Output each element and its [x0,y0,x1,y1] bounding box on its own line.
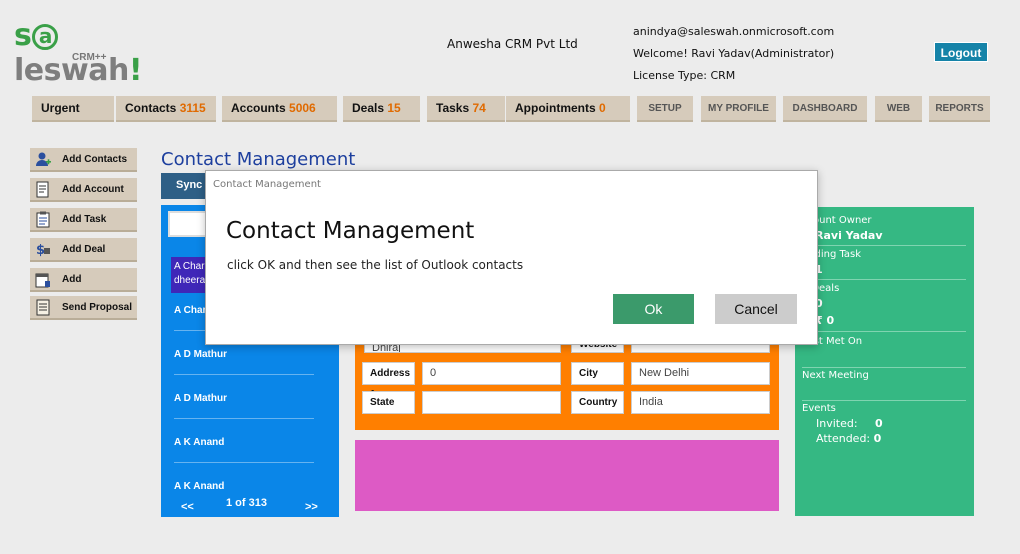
send-proposal-button[interactable]: Send Proposal [30,296,137,320]
license-type: License Type: CRM [633,69,736,82]
company-name: Anwesha CRM Pvt Ltd [447,37,578,51]
add-deal-label: Add Deal [62,244,106,255]
pending-task-label: ending Task [802,249,862,260]
nav-deals[interactable]: Deals 15 [343,96,420,122]
city-field[interactable]: New Delhi [631,362,770,385]
document-icon [36,181,49,198]
list-item[interactable]: A D Mathur [174,393,314,419]
account-summary-panel: ccount Owner Ravi Yadav ending Task 1 e … [795,207,974,516]
ok-button[interactable]: Ok [613,294,694,324]
calendar-icon [35,273,50,288]
money-icon: $ [36,243,50,258]
country-field[interactable]: India [631,391,770,414]
nav-tasks[interactable]: Tasks 74 [427,96,505,122]
nav-web[interactable]: WEB [875,96,922,122]
address-label: Address 1 [362,362,415,400]
add-account-label: Add Account [62,184,124,195]
send-proposal-label: Send Proposal [62,302,133,313]
events-invited: Invited: 0 [816,417,883,430]
state-field[interactable] [422,391,561,414]
account-owner-value: Ravi Yadav [815,229,883,242]
contact-detail-form: Dhiraj Website Address 1 0 City New Delh… [355,330,779,430]
saleswah-logo: s aleswah! CRM++ [14,18,143,88]
notes-panel [355,440,779,511]
nav-accounts[interactable]: Accounts 5006 [222,96,337,122]
state-label: State [362,391,415,414]
nav-my-profile[interactable]: MY PROFILE [701,96,776,122]
list-item[interactable]: A K Anand [174,437,314,463]
add-account-button[interactable]: Add Account [30,178,137,202]
list-item[interactable]: A D Mathur [174,349,314,375]
address-field[interactable]: 0 [422,362,561,385]
logout-button[interactable]: Logout [934,42,988,62]
pending-task-value: 1 [815,263,823,276]
last-met-label: Last Met On [802,336,863,347]
pager-status: 1 of 313 [226,497,267,509]
nav-dashboard[interactable]: DASHBOARD [783,96,867,122]
add-task-label: Add Task [62,214,107,225]
pager-next-button[interactable]: >> [305,501,318,513]
proposal-document-icon [36,299,50,316]
user-add-icon [36,152,51,166]
next-meeting-label: Next Meeting [802,370,869,381]
dialog-caption: Contact Management [213,179,321,190]
country-label: Country [571,391,624,414]
contact-management-dialog: Contact Management Contact Management cl… [205,170,818,345]
user-info: anindya@saleswah.onmicrosoft.com Welcome… [633,21,834,87]
nav-setup[interactable]: SETUP [637,96,693,122]
add-contacts-label: Add Contacts [62,154,127,165]
cancel-button[interactable]: Cancel [715,294,797,324]
svg-text:$: $ [36,243,45,258]
nav-contacts[interactable]: Contacts 3115 [116,96,216,122]
dialog-message: click OK and then see the list of Outloo… [227,258,524,272]
clipboard-icon [36,211,50,228]
nav-reports[interactable]: REPORTS [929,96,990,122]
nav-appointments[interactable]: Appointments 0 [506,96,630,122]
account-owner-label: ccount Owner [802,215,872,226]
logo-tagline: CRM++ [72,52,107,63]
nav-urgent[interactable]: Urgent [32,96,114,122]
city-label: City [571,362,624,385]
deals-count: 0 [815,297,823,310]
add-deal-button[interactable]: $ Add Deal [30,238,137,262]
dialog-heading: Contact Management [226,218,475,244]
add-appointment-button[interactable]: Add Appointment [30,268,137,308]
list-item[interactable]: A K Anand [174,481,314,491]
welcome-text: Welcome! Ravi Yadav(Administrator) [633,47,835,60]
deals-label: e Deals [802,283,840,294]
add-task-button[interactable]: Add Task [30,208,137,232]
page-title: Contact Management [161,149,356,170]
events-attended: Attended: 0 [816,432,882,445]
deals-amount: ₹ 0 [815,314,835,327]
events-label: Events [802,403,836,414]
pager-prev-button[interactable]: << [181,501,194,513]
add-contacts-button[interactable]: Add Contacts [30,148,137,172]
user-email: anindya@saleswah.onmicrosoft.com [633,25,835,38]
